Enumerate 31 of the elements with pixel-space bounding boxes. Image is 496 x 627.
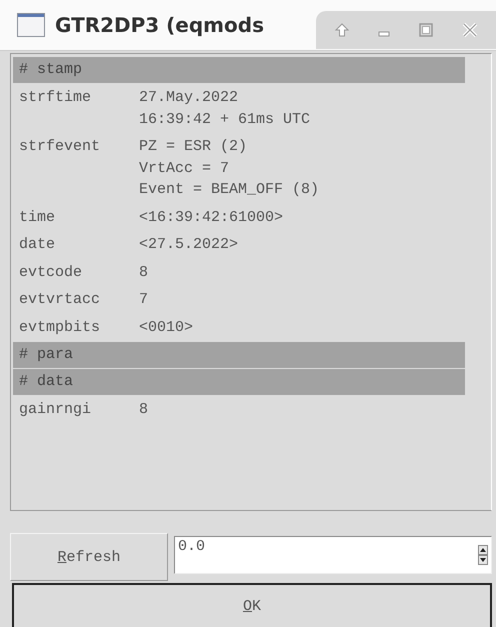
window-title: GTR2DP3 (eqmods <box>55 13 264 37</box>
close-icon[interactable] <box>460 21 478 39</box>
field-value: Event = BEAM_OFF (8) <box>139 180 320 200</box>
field-value: 16:39:42 + 61ms UTC <box>139 110 310 130</box>
field-value: 7 <box>139 290 148 310</box>
ok-button[interactable]: OK <box>12 583 492 627</box>
section-header: # data <box>13 369 465 395</box>
field-value: <16:39:42:61000> <box>139 208 284 228</box>
field-label: strfevent <box>19 137 102 157</box>
section-header: # stamp <box>13 57 465 83</box>
shade-icon[interactable] <box>334 22 350 38</box>
window-icon <box>17 13 45 37</box>
field-value: <0010> <box>139 318 194 338</box>
field-value: 8 <box>139 262 148 282</box>
field-label: time <box>19 208 56 228</box>
field-value: <27.5.2022> <box>139 235 238 255</box>
section-header: # para <box>13 342 465 368</box>
field-label: evtcode <box>19 262 84 282</box>
field-value: 27.May.2022 <box>139 88 238 108</box>
field-label: date <box>19 235 56 255</box>
field-value: 8 <box>139 400 148 420</box>
field-label: evtvrtacc <box>19 290 102 310</box>
field-value: VrtAcc = 7 <box>139 158 230 178</box>
spin-field[interactable]: 0.0 <box>174 536 492 574</box>
field-label: strftime <box>19 88 92 108</box>
refresh-button[interactable]: Refresh <box>10 533 168 581</box>
field-value: PZ = ESR (2) <box>139 137 248 157</box>
spin-arrows-icon[interactable] <box>478 545 488 565</box>
field-label: evtmpbits <box>19 318 102 338</box>
field-label: gainrngi <box>19 400 92 420</box>
maximize-icon[interactable] <box>418 22 434 38</box>
